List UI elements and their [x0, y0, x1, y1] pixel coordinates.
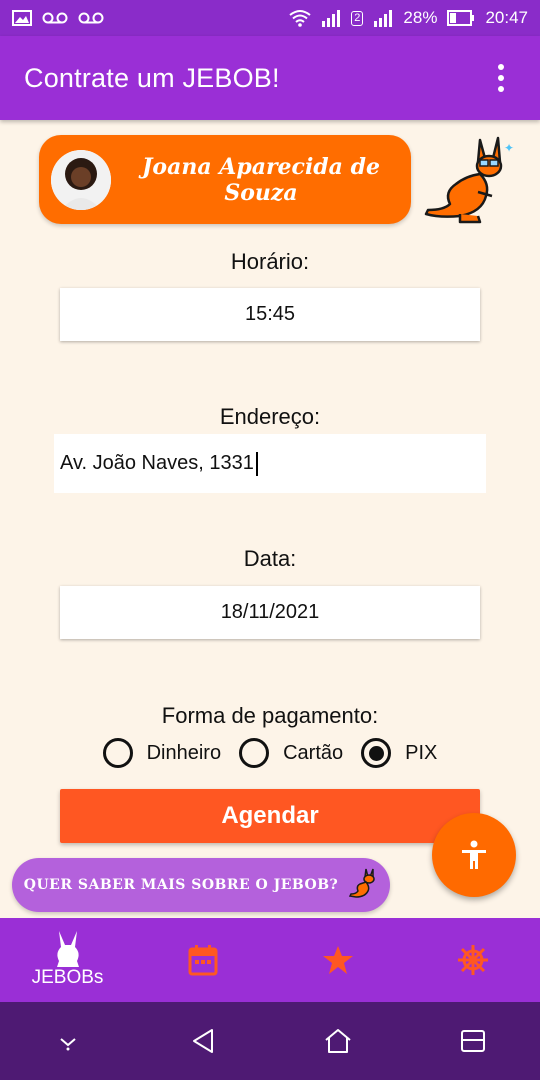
bottom-navigation: JEBOBs	[0, 918, 540, 1002]
chevron-down-icon	[59, 1038, 76, 1051]
recents-icon	[460, 1030, 485, 1052]
kangaroo-logo-icon: ✦	[420, 132, 520, 227]
status-right: 2 28% 20:47	[289, 8, 528, 28]
kangaroo-icon	[56, 931, 79, 967]
app-title: Contrate um JEBOB!	[24, 62, 280, 93]
address-label: Endereço:	[219, 404, 321, 429]
kangaroo-icon	[348, 867, 378, 903]
app-bar: Contrate um JEBOB!	[0, 36, 540, 120]
date-field[interactable]: 18/11/2021	[60, 586, 480, 639]
payment-label: Forma de pagamento:	[161, 703, 379, 728]
accessibility-button[interactable]	[432, 813, 516, 897]
more-vert-icon	[498, 64, 504, 70]
svg-text:✦: ✦	[504, 141, 514, 155]
signal-icon	[321, 9, 341, 27]
calendar-icon	[188, 945, 217, 976]
radio-unchecked-icon	[102, 738, 133, 768]
payment-option-label: PIX	[405, 741, 438, 764]
clock: 20:47	[485, 8, 528, 27]
time-label: Horário:	[230, 249, 310, 274]
nav-item-favorites[interactable]	[270, 918, 405, 1002]
schedule-button[interactable]: Agendar	[60, 789, 480, 843]
address-input[interactable]: Av. João Naves, 1331	[54, 434, 486, 493]
back-button[interactable]	[173, 1011, 233, 1071]
info-banner-text: QUER SABER MAIS SOBRE O JEBOB?	[23, 877, 339, 893]
radio-unchecked-icon	[239, 738, 270, 768]
system-navigation-bar	[0, 1002, 540, 1080]
image-icon	[12, 10, 32, 26]
home-icon	[324, 1029, 351, 1053]
signal-icon	[373, 9, 393, 27]
overflow-menu-button[interactable]	[486, 58, 516, 98]
payment-option-dinheiro[interactable]: Dinheiro	[102, 738, 222, 768]
avatar	[51, 149, 111, 210]
voicemail-icon	[42, 11, 68, 25]
battery-percent: 28%	[403, 8, 438, 27]
payment-radio-group: Dinheiro Cartão PIX	[0, 738, 540, 768]
recents-button[interactable]	[443, 1011, 503, 1071]
profile-card: Joana Aparecida de Souza	[39, 135, 411, 224]
status-left	[12, 10, 104, 26]
radio-checked-icon	[361, 738, 392, 768]
ship-wheel-icon	[457, 945, 488, 975]
nav-item-label: JEBOBs	[31, 967, 104, 988]
nav-item-jebobs[interactable]: JEBOBs	[0, 918, 135, 1002]
wifi-icon	[289, 9, 311, 27]
star-icon	[322, 946, 353, 974]
nav-item-calendar[interactable]	[135, 918, 270, 1002]
address-input-value: Av. João Naves, 1331	[60, 452, 254, 474]
text-caret	[255, 451, 258, 476]
payment-option-label: Dinheiro	[146, 741, 222, 764]
hide-nav-button[interactable]	[38, 1011, 98, 1071]
battery-icon	[447, 10, 475, 26]
back-triangle-icon	[192, 1029, 213, 1053]
date-label: Data:	[243, 546, 297, 571]
payment-option-label: Cartão	[283, 741, 344, 764]
info-banner-button[interactable]: QUER SABER MAIS SOBRE O JEBOB?	[12, 858, 390, 912]
payment-option-pix[interactable]: PIX	[361, 738, 437, 768]
time-field[interactable]: 15:45	[60, 288, 480, 341]
payment-option-cartao[interactable]: Cartão	[239, 738, 343, 768]
home-button[interactable]	[308, 1011, 368, 1071]
sim-slot-badge: 2	[351, 10, 364, 26]
status-bar: 2 28% 20:47	[0, 0, 540, 36]
nav-item-settings[interactable]	[405, 918, 540, 1002]
accessibility-icon	[462, 840, 486, 869]
voicemail-icon	[78, 11, 104, 25]
profile-name: Joana Aparecida de Souza	[142, 153, 380, 206]
